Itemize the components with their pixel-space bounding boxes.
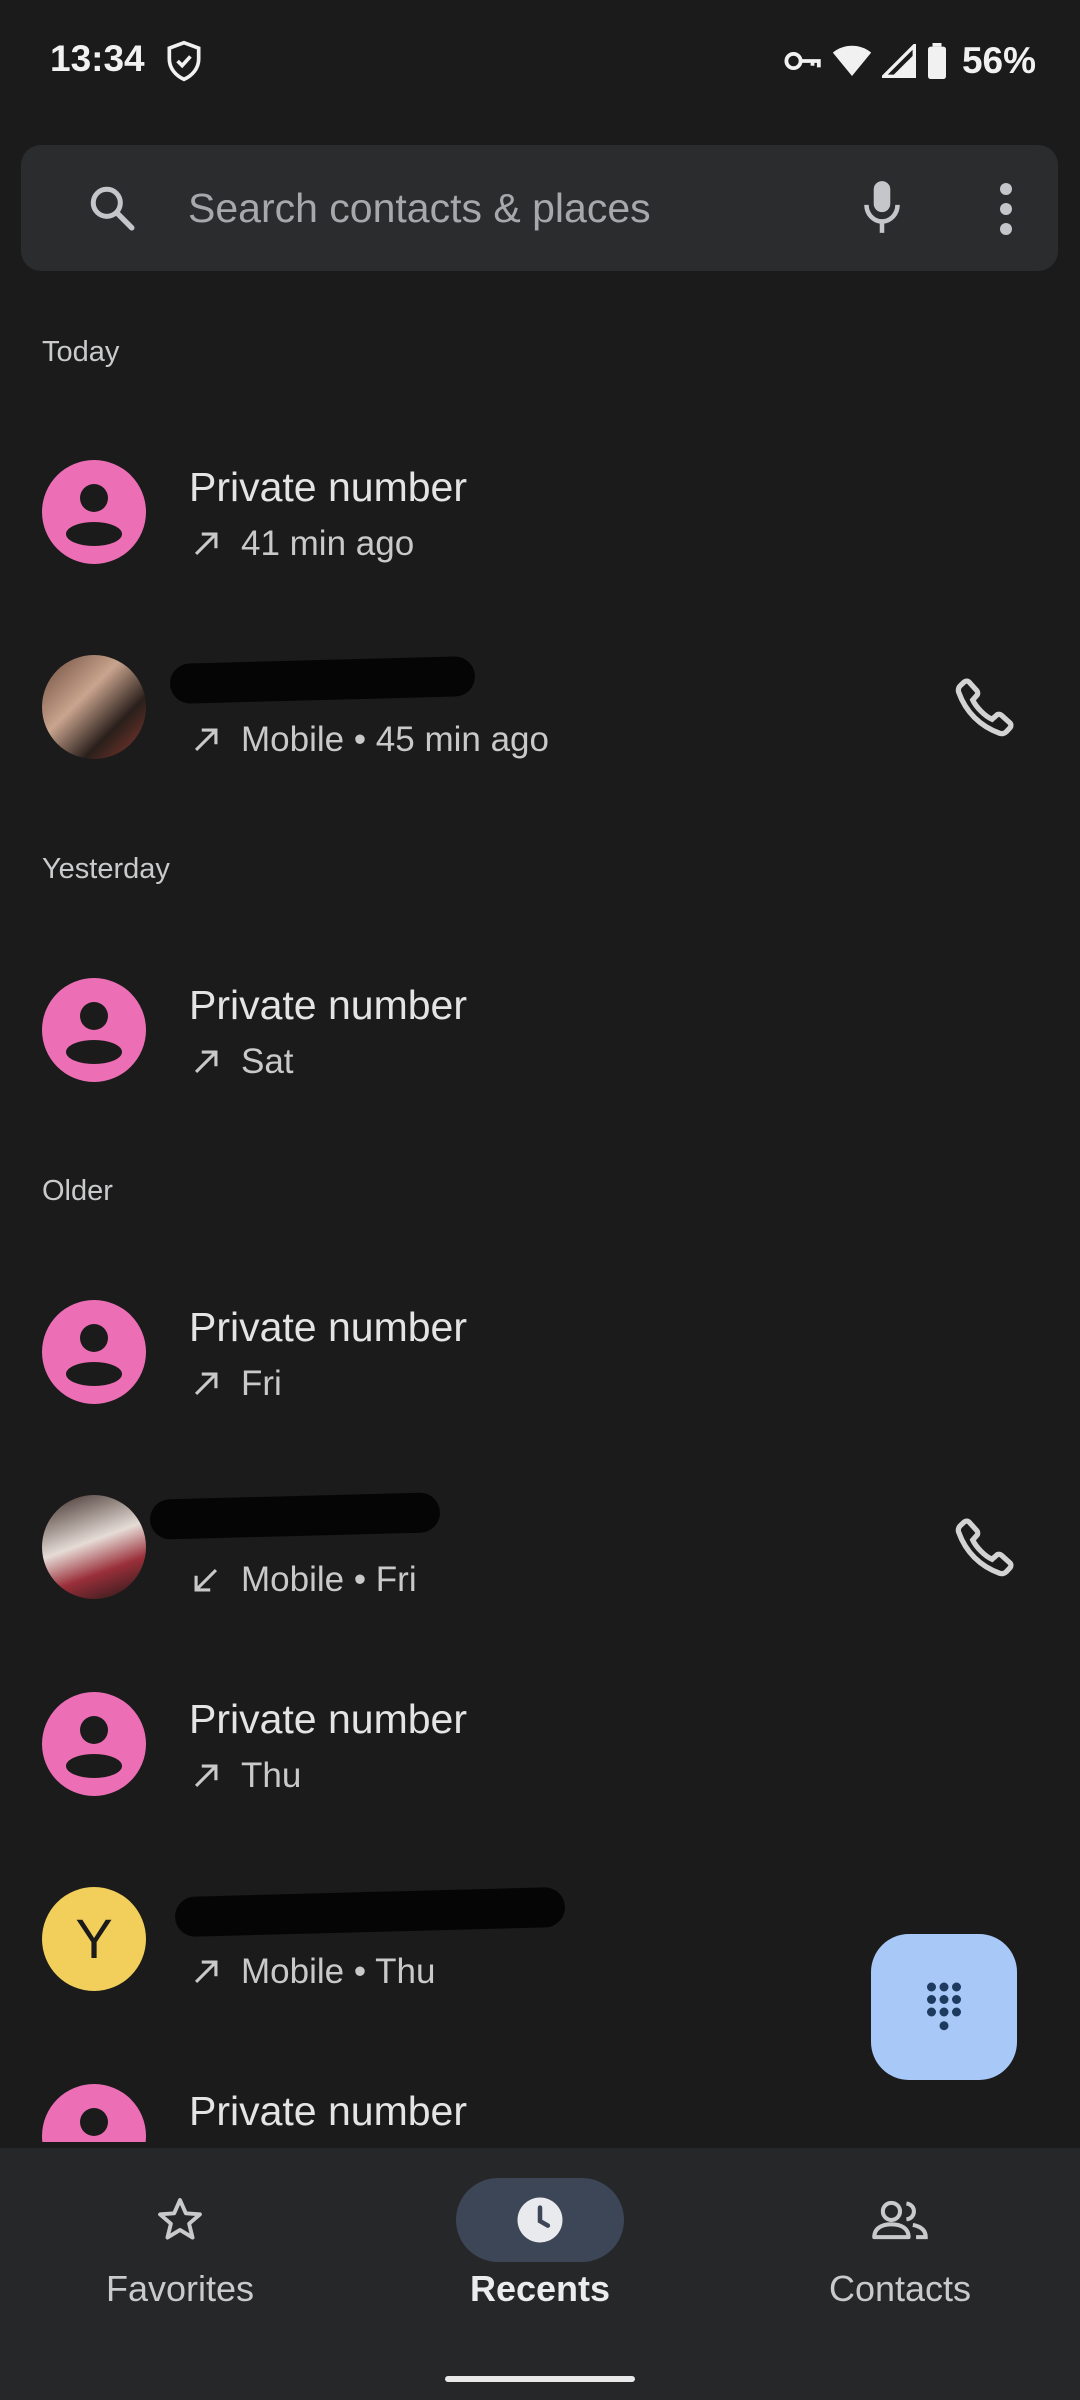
avatar bbox=[42, 1692, 146, 1796]
status-time: 13:34 bbox=[50, 38, 145, 79]
call-time: Sat bbox=[241, 1042, 294, 1081]
vpn-key-icon bbox=[784, 51, 821, 71]
signal-icon bbox=[881, 44, 916, 78]
outgoing-call-arrow-icon bbox=[194, 1960, 218, 1984]
home-gesture-bar[interactable] bbox=[445, 2376, 635, 2382]
dialpad-fab-button[interactable] bbox=[871, 1934, 1017, 2080]
people-icon bbox=[872, 2200, 928, 2240]
redacted-caller-name bbox=[169, 656, 476, 704]
caller-name: Private number bbox=[189, 464, 468, 510]
contact-photo-avatar bbox=[42, 1495, 146, 1599]
nav-label-contacts: Contacts bbox=[828, 2268, 972, 2309]
status-bar: 13:34 56% bbox=[0, 0, 1080, 125]
outgoing-call-arrow-icon bbox=[194, 1050, 218, 1074]
section-header-older: Older bbox=[42, 1175, 113, 1207]
nav-recents[interactable]: Recents bbox=[360, 2148, 720, 2400]
section-header-yesterday: Yesterday bbox=[42, 853, 170, 885]
nav-icon-container bbox=[816, 2178, 984, 2262]
more-options-icon[interactable] bbox=[986, 181, 1026, 237]
call-time: Mobile • Thu bbox=[241, 1952, 436, 1991]
phone-call-icon[interactable] bbox=[950, 672, 1020, 742]
outgoing-call-arrow-icon bbox=[194, 728, 218, 752]
outgoing-call-arrow-icon bbox=[194, 532, 218, 556]
incoming-call-arrow-icon bbox=[194, 1568, 218, 1592]
call-log-item[interactable]: Private number Sat bbox=[0, 940, 1080, 1120]
section-header-today: Today bbox=[42, 336, 120, 368]
shield-icon bbox=[167, 40, 201, 82]
search-input[interactable]: Search contacts & places bbox=[188, 185, 651, 231]
call-detail: Sat bbox=[189, 1042, 294, 1082]
nav-icon-container bbox=[96, 2178, 264, 2262]
call-detail: Mobile • Fri bbox=[189, 1560, 417, 1600]
call-time: Mobile • Fri bbox=[241, 1560, 417, 1599]
call-detail: Mobile • 45 min ago bbox=[189, 720, 549, 760]
avatar bbox=[42, 1300, 146, 1404]
caller-name: Private number bbox=[189, 2088, 468, 2134]
call-log-item[interactable]: Private number Fri bbox=[0, 1262, 1080, 1442]
phone-call-icon[interactable] bbox=[950, 1512, 1020, 1582]
outgoing-call-arrow-icon bbox=[194, 1764, 218, 1788]
clock-icon bbox=[517, 2197, 563, 2243]
avatar bbox=[42, 978, 146, 1082]
wifi-icon bbox=[832, 45, 872, 76]
caller-name: Private number bbox=[189, 1304, 468, 1350]
search-icon bbox=[90, 186, 135, 231]
search-bar[interactable]: Search contacts & places bbox=[21, 145, 1058, 271]
nav-label-recents: Recents bbox=[469, 2268, 611, 2309]
call-detail: Thu bbox=[189, 1756, 301, 1796]
person-icon bbox=[80, 2108, 108, 2136]
avatar bbox=[42, 460, 146, 564]
call-detail: Fri bbox=[189, 1364, 282, 1404]
call-time: Fri bbox=[241, 1364, 282, 1403]
star-icon bbox=[158, 2198, 202, 2240]
status-icons: 56% bbox=[784, 36, 1036, 86]
battery-icon bbox=[927, 43, 946, 79]
person-icon bbox=[66, 1716, 122, 1778]
call-detail: 41 min ago bbox=[189, 524, 414, 564]
outgoing-call-arrow-icon bbox=[194, 1372, 218, 1396]
call-log-item[interactable]: Private number Thu bbox=[0, 1654, 1080, 1834]
person-icon bbox=[66, 484, 122, 546]
call-detail: Mobile • Thu bbox=[189, 1952, 435, 1992]
avatar bbox=[42, 2084, 146, 2142]
redacted-caller-name bbox=[149, 1492, 441, 1540]
nav-label-favorites: Favorites bbox=[105, 2268, 255, 2309]
person-icon bbox=[66, 1002, 122, 1064]
redacted-caller-name bbox=[174, 1886, 566, 1938]
call-time: Thu bbox=[241, 1756, 302, 1795]
microphone-icon[interactable] bbox=[857, 179, 907, 237]
call-log-item[interactable]: Mobile • Fri bbox=[0, 1460, 1080, 1640]
contact-photo-avatar bbox=[42, 655, 146, 759]
nav-favorites[interactable]: Favorites bbox=[0, 2148, 360, 2400]
avatar-letter: Y bbox=[75, 1907, 113, 1970]
call-time: Mobile • 45 min ago bbox=[241, 720, 549, 759]
nav-active-pill bbox=[456, 2178, 624, 2262]
person-icon bbox=[66, 1324, 122, 1386]
call-log-item[interactable]: Mobile • 45 min ago bbox=[0, 620, 1080, 800]
caller-name: Private number bbox=[189, 982, 468, 1028]
bottom-navigation: Favorites Recents Contacts bbox=[0, 2148, 1080, 2400]
call-log-item[interactable]: Private number 41 min ago bbox=[0, 422, 1080, 602]
battery-percent: 56% bbox=[961, 40, 1036, 81]
caller-name: Private number bbox=[189, 1696, 468, 1742]
call-time: 41 min ago bbox=[241, 524, 415, 563]
dialpad-icon bbox=[927, 1982, 961, 2031]
nav-contacts[interactable]: Contacts bbox=[720, 2148, 1080, 2400]
letter-avatar: Y bbox=[42, 1887, 146, 1991]
